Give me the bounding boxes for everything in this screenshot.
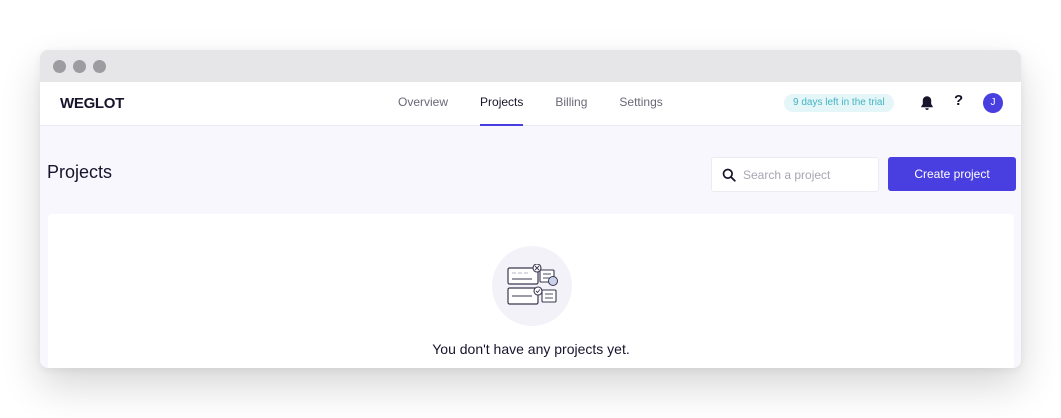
main-nav: Overview Projects Billing Settings: [398, 82, 663, 126]
create-project-button[interactable]: Create project: [888, 157, 1016, 191]
search-icon: [722, 168, 736, 182]
tab-projects[interactable]: Projects: [480, 82, 524, 126]
trial-badge[interactable]: 9 days left in the trial: [784, 94, 894, 112]
tab-settings[interactable]: Settings: [619, 82, 662, 126]
help-icon[interactable]: ?: [954, 92, 963, 109]
empty-state-illustration: [492, 246, 572, 326]
search-input[interactable]: [743, 167, 873, 182]
projects-panel: You don't have any projects yet.: [48, 214, 1014, 368]
empty-state-message: You don't have any projects yet.: [432, 341, 630, 357]
browser-window: WEGLOT Overview Projects Billing Setting…: [40, 50, 1021, 368]
app-header: WEGLOT Overview Projects Billing Setting…: [40, 82, 1021, 126]
bell-icon[interactable]: [920, 95, 934, 111]
window-close-dot[interactable]: [53, 59, 66, 73]
tab-billing[interactable]: Billing: [555, 82, 587, 126]
window-maximize-dot[interactable]: [93, 59, 106, 73]
empty-projects-icon: [507, 264, 558, 305]
user-avatar[interactable]: J: [983, 93, 1003, 113]
window-titlebar: [40, 50, 1021, 82]
tab-overview[interactable]: Overview: [398, 82, 448, 126]
page-title: Projects: [47, 162, 113, 182]
search-box: [711, 157, 879, 192]
weglot-logo[interactable]: WEGLOT: [60, 95, 124, 112]
window-minimize-dot[interactable]: [73, 59, 86, 73]
